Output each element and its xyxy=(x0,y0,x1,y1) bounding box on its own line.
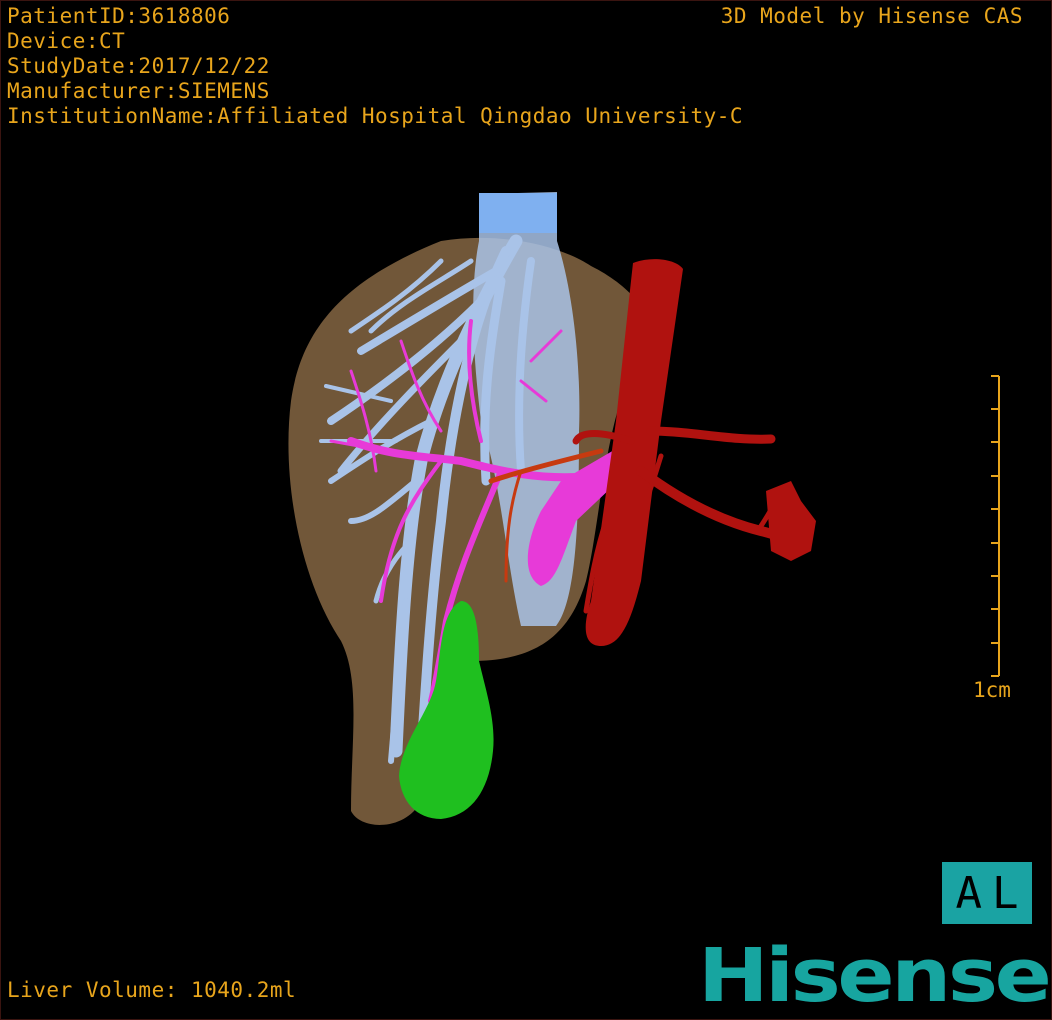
institution-name: InstitutionName:Affiliated Hospital Qing… xyxy=(7,104,744,128)
liver-3d-render[interactable] xyxy=(1,1,1052,1020)
orientation-indicator[interactable]: AL xyxy=(942,862,1032,924)
model-credit: 3D Model by Hisense CAS xyxy=(720,4,1023,28)
ivc-cut-surface xyxy=(479,193,557,233)
artery-branch-tip xyxy=(766,481,816,561)
orientation-label: AL xyxy=(955,867,1029,919)
3d-viewport[interactable]: PatientID:3618806 Device:CT StudyDate:2017… xyxy=(0,0,1052,1020)
scale-bar xyxy=(991,375,1000,677)
hisense-logo: Hisense xyxy=(697,933,1051,1019)
scale-label: 1cm xyxy=(973,678,1011,702)
device: Device:CT xyxy=(7,29,126,53)
patient-id: PatientID:3618806 xyxy=(7,4,231,28)
study-date: StudyDate:2017/12/22 xyxy=(7,54,270,78)
manufacturer: Manufacturer:SIEMENS xyxy=(7,79,270,103)
liver-volume: Liver Volume: 1040.2ml xyxy=(7,978,297,1002)
patient-info: PatientID:3618806 Device:CT StudyDate:2017… xyxy=(7,4,743,129)
